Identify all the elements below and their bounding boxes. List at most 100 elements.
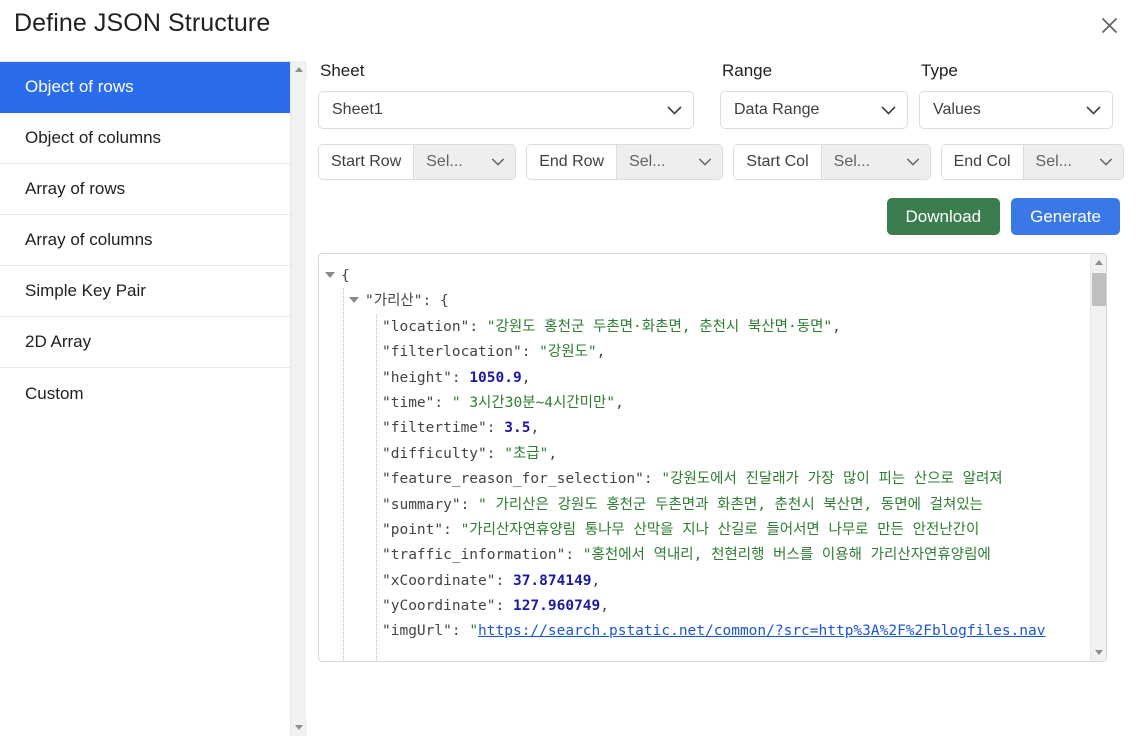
sidebar-item-label: 2D Array [25,332,92,351]
end-row-select[interactable]: Sel... [616,145,723,179]
json-value: "가리산자연휴양림 통나무 산막을 지나 산길로 들어서면 나무로 만든 안전난… [460,521,980,538]
chevron-down-icon [699,158,712,166]
json-value: "강원도" [539,344,597,361]
type-select-value: Values [933,101,981,118]
json-line: "time": " 3시간30분~4시간미만", [325,391,1090,416]
end-row-value: Sel... [629,153,666,170]
json-line: "height": 1050.9, [325,366,1090,391]
json-separator: : [643,471,662,488]
sidebar-item-list: Object of rows Object of columns Array of … [0,61,290,736]
chevron-down-icon [1086,105,1101,115]
sidebar-item-label: Object of rows [25,77,134,96]
json-line: "difficulty": "초급", [325,442,1090,467]
range-select-value: Data Range [734,101,820,118]
sidebar-item-label: Custom [25,383,84,403]
end-col-select[interactable]: Sel... [1022,145,1123,179]
sidebar-item-object-of-columns[interactable]: Object of columns [0,113,290,164]
sidebar-item-object-of-rows[interactable]: Object of rows [0,62,290,113]
end-row-label: End Row [527,145,617,179]
json-separator: : [443,521,461,538]
json-comma: , [596,344,606,361]
sidebar-item-simple-key-pair[interactable]: Simple Key Pair [0,266,290,317]
download-button[interactable]: Download [886,198,1001,235]
sheet-label: Sheet [320,61,365,80]
sidebar-item-label: Simple Key Pair [25,281,146,300]
json-key: "xCoordinate" [382,572,496,589]
chevron-down-icon [491,158,505,166]
end-col-value: Sel... [1035,153,1072,170]
sidebar-item-array-of-rows[interactable]: Array of rows [0,164,290,215]
main-panel: Sheet Sheet1 Range Data Range Type Value… [318,61,1124,721]
chevron-down-icon[interactable] [1091,644,1106,661]
json-separator: : [434,394,452,411]
json-scrollbar-thumb[interactable] [1092,273,1106,306]
start-row-value: Sel... [426,153,463,170]
type-field: Type Values [919,61,1113,129]
json-line: "가리산": { [325,289,1090,314]
generate-button[interactable]: Generate [1011,198,1120,235]
start-row-label: Start Row [319,145,414,179]
json-line: "filtertime": 3.5, [325,416,1090,441]
json-key: "filterlocation" [382,344,522,361]
range-select[interactable]: Data Range [720,91,908,129]
page-title: Define JSON Structure [14,9,271,37]
json-key: "filtertime" [382,420,487,437]
json-separator: : [486,420,505,437]
chevron-down-icon[interactable] [291,719,307,736]
chevron-up-icon[interactable] [1091,254,1106,271]
caret-down-icon[interactable] [325,272,335,278]
json-separator: : [451,369,470,386]
json-line: "imgUrl": "https://search.pstatic.net/co… [325,619,1090,644]
json-comma: , [548,445,558,462]
json-value: 37.874149 [512,572,592,589]
chevron-down-icon [1099,158,1113,166]
json-quote: " [469,623,479,640]
json-key: "feature_reason_for_selection" [382,471,644,488]
json-separator: : [469,318,487,335]
sidebar-item-label: Array of columns [25,230,153,249]
json-value: 3.5 [504,420,531,437]
start-col-select[interactable]: Sel... [820,145,930,179]
sidebar-scrollbar[interactable] [290,61,307,736]
chevron-down-icon [881,105,896,115]
sidebar-item-2d-array[interactable]: 2D Array [0,317,290,368]
start-row-select[interactable]: Sel... [413,145,516,179]
json-value: "강원도에서 진달래가 가장 많이 피는 산으로 알려져 [661,471,1003,488]
sheet-select[interactable]: Sheet1 [318,91,694,129]
json-value: "강원도 홍천군 두촌면·화촌면, 춘천시 북산면·동면" [486,318,833,335]
json-scrollbar[interactable] [1090,254,1106,661]
end-col-group: End Col Sel... [940,144,1124,180]
range-bounds-row: Start Row Sel... End Row Sel... Start Co… [318,144,1124,180]
json-content[interactable]: {"가리산": {"location": "강원도 홍천군 두촌면·화촌면, 춘… [319,254,1090,661]
json-line: "xCoordinate": 37.874149, [325,569,1090,594]
json-line: "filterlocation": "강원도", [325,340,1090,365]
caret-down-icon[interactable] [349,297,359,304]
json-line: { [325,264,1090,289]
sidebar-item-label: Array of rows [25,179,126,198]
sidebar-item-array-of-columns[interactable]: Array of columns [0,215,290,266]
json-line: "feature_reason_for_selection": "강원도에서 진… [325,467,1090,492]
top-selectors-row: Sheet Sheet1 Range Data Range Type Value… [318,61,1124,129]
json-separator: : [486,445,505,462]
json-link-value[interactable]: https://search.pstatic.net/common/?src=h… [478,623,1045,639]
type-select[interactable]: Values [919,91,1113,129]
start-col-group: Start Col Sel... [733,144,931,180]
sidebar-item-label: Object of columns [25,128,162,147]
json-key: "yCoordinate" [382,598,496,615]
json-comma: , [530,420,540,437]
json-value: "홍천에서 역내리, 천현리행 버스를 이용해 가리산자연휴양림에 [582,547,991,564]
json-value: " 가리산은 강원도 홍천군 두촌면과 화촌면, 춘천시 북산면, 동면에 걸쳐… [478,496,984,513]
json-separator: : [451,623,470,640]
json-brace: { [341,268,350,284]
json-separator: : [495,572,513,589]
json-comma: , [832,318,841,335]
sidebar-item-custom[interactable]: Custom [0,368,290,419]
start-col-value: Sel... [833,153,871,170]
json-line: "summary": " 가리산은 강원도 홍천군 두촌면과 화촌면, 춘천시 … [325,493,1090,518]
json-separator: : [460,496,479,513]
chevron-up-icon[interactable] [291,61,307,78]
json-key: "traffic_information" [382,547,566,564]
json-key: "imgUrl" [382,623,452,640]
close-icon[interactable] [1094,10,1124,40]
json-separator: : [565,547,583,564]
